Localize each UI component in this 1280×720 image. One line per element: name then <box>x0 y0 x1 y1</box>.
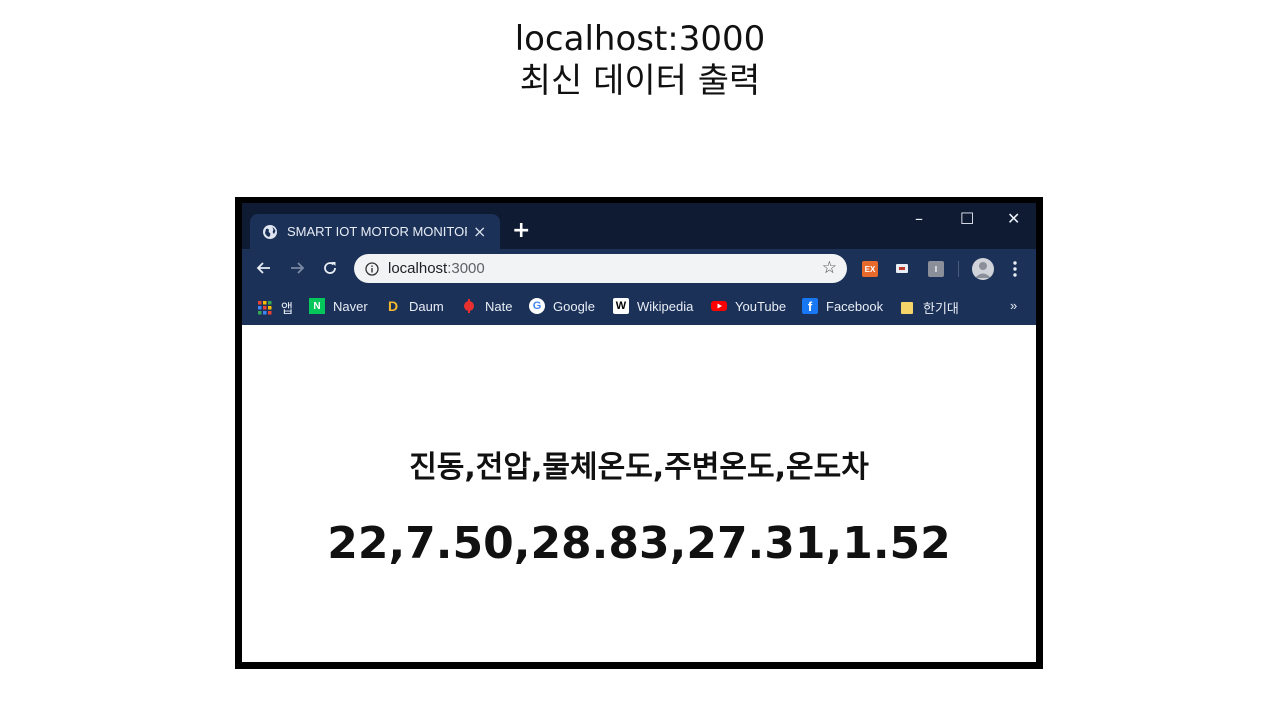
bookmark-label: Nate <box>485 298 513 314</box>
forward-arrow-icon[interactable] <box>288 259 306 277</box>
facebook-icon: f <box>802 298 818 314</box>
bookmark-label: Wikipedia <box>637 298 694 314</box>
bookmark-google[interactable]: G Google <box>529 298 595 314</box>
bookmark-label: Daum <box>409 298 444 314</box>
address-bar[interactable]: localhost:3000 ☆ <box>354 254 847 283</box>
url-port: :3000 <box>447 260 485 277</box>
url-text: localhost:3000 <box>388 260 485 277</box>
bookmark-label: Facebook <box>826 298 884 314</box>
slide-title-line1: localhost:3000 <box>514 19 766 59</box>
bookmark-wikipedia[interactable]: W Wikipedia <box>613 298 693 314</box>
browser-tab[interactable]: SMART IOT MOTOR MONITORI × <box>250 214 500 249</box>
toolbar-divider <box>958 261 959 277</box>
new-tab-button[interactable]: + <box>512 219 530 243</box>
apps-icon <box>257 300 273 316</box>
data-values: 22,7.50,28.83,27.31,1.52 <box>327 518 951 569</box>
maximize-button[interactable]: ☐ <box>960 211 974 227</box>
browser-window: SMART IOT MOTOR MONITORI × + – ☐ ✕ local… <box>242 203 1036 662</box>
bookmark-label: 한기대 <box>923 301 959 316</box>
slide-title-line2: 최신 데이터 출력 <box>519 61 761 101</box>
bookmark-star-icon[interactable]: ☆ <box>822 259 837 277</box>
back-arrow-icon[interactable] <box>255 259 273 277</box>
bookmark-naver[interactable]: N Naver <box>309 298 368 314</box>
url-host: localhost <box>388 260 448 277</box>
tab-close-icon[interactable]: × <box>473 222 486 241</box>
menu-kebab-icon[interactable] <box>1013 260 1017 278</box>
bookmarks-bar: 앱 N Naver D Daum Nate G Google W Wikiped… <box>242 289 1036 325</box>
site-info-icon[interactable] <box>364 261 380 277</box>
reload-icon[interactable] <box>321 259 339 277</box>
ex-extension-icon[interactable]: EX <box>862 261 878 277</box>
bookmark-facebook[interactable]: f Facebook <box>802 298 883 314</box>
data-column-headers: 진동,전압,물체온도,주변온도,온도차 <box>409 450 869 485</box>
bookmark-label: Google <box>553 298 595 314</box>
slide-title: localhost:3000 최신 데이터 출력 <box>0 18 1280 102</box>
google-icon: G <box>529 298 545 314</box>
more-bookmarks-button[interactable]: » <box>1010 298 1017 313</box>
extension-icon[interactable]: I <box>928 261 944 277</box>
bookmark-daum[interactable]: D Daum <box>385 298 444 314</box>
profile-avatar-icon[interactable] <box>972 258 994 280</box>
naver-icon: N <box>309 298 325 314</box>
bookmark-folder-hangidae[interactable]: 한기대 <box>899 298 959 317</box>
daum-icon: D <box>387 298 399 314</box>
nate-icon <box>461 298 477 314</box>
page-content: 진동,전압,물체온도,주변온도,온도차 22,7.50,28.83,27.31,… <box>242 325 1036 662</box>
bookmark-apps[interactable]: 앱 <box>257 298 293 317</box>
wikipedia-icon: W <box>613 298 629 314</box>
minimize-button[interactable]: – <box>915 211 923 227</box>
bookmark-youtube[interactable]: YouTube <box>711 298 786 314</box>
close-window-button[interactable]: ✕ <box>1007 211 1020 227</box>
globe-icon <box>262 224 278 240</box>
bookmark-label: YouTube <box>735 298 787 314</box>
folder-icon <box>899 300 915 316</box>
cast-extension-icon[interactable] <box>894 261 910 277</box>
youtube-icon <box>711 298 727 314</box>
browser-screenshot-frame: SMART IOT MOTOR MONITORI × + – ☐ ✕ local… <box>235 197 1043 669</box>
browser-toolbar: localhost:3000 ☆ EX I <box>242 249 1036 289</box>
bookmark-nate[interactable]: Nate <box>461 298 512 314</box>
bookmark-label: 앱 <box>281 301 293 316</box>
browser-titlebar: SMART IOT MOTOR MONITORI × + – ☐ ✕ <box>242 203 1036 249</box>
tab-title: SMART IOT MOTOR MONITORI <box>287 224 467 239</box>
bookmark-label: Naver <box>333 298 368 314</box>
